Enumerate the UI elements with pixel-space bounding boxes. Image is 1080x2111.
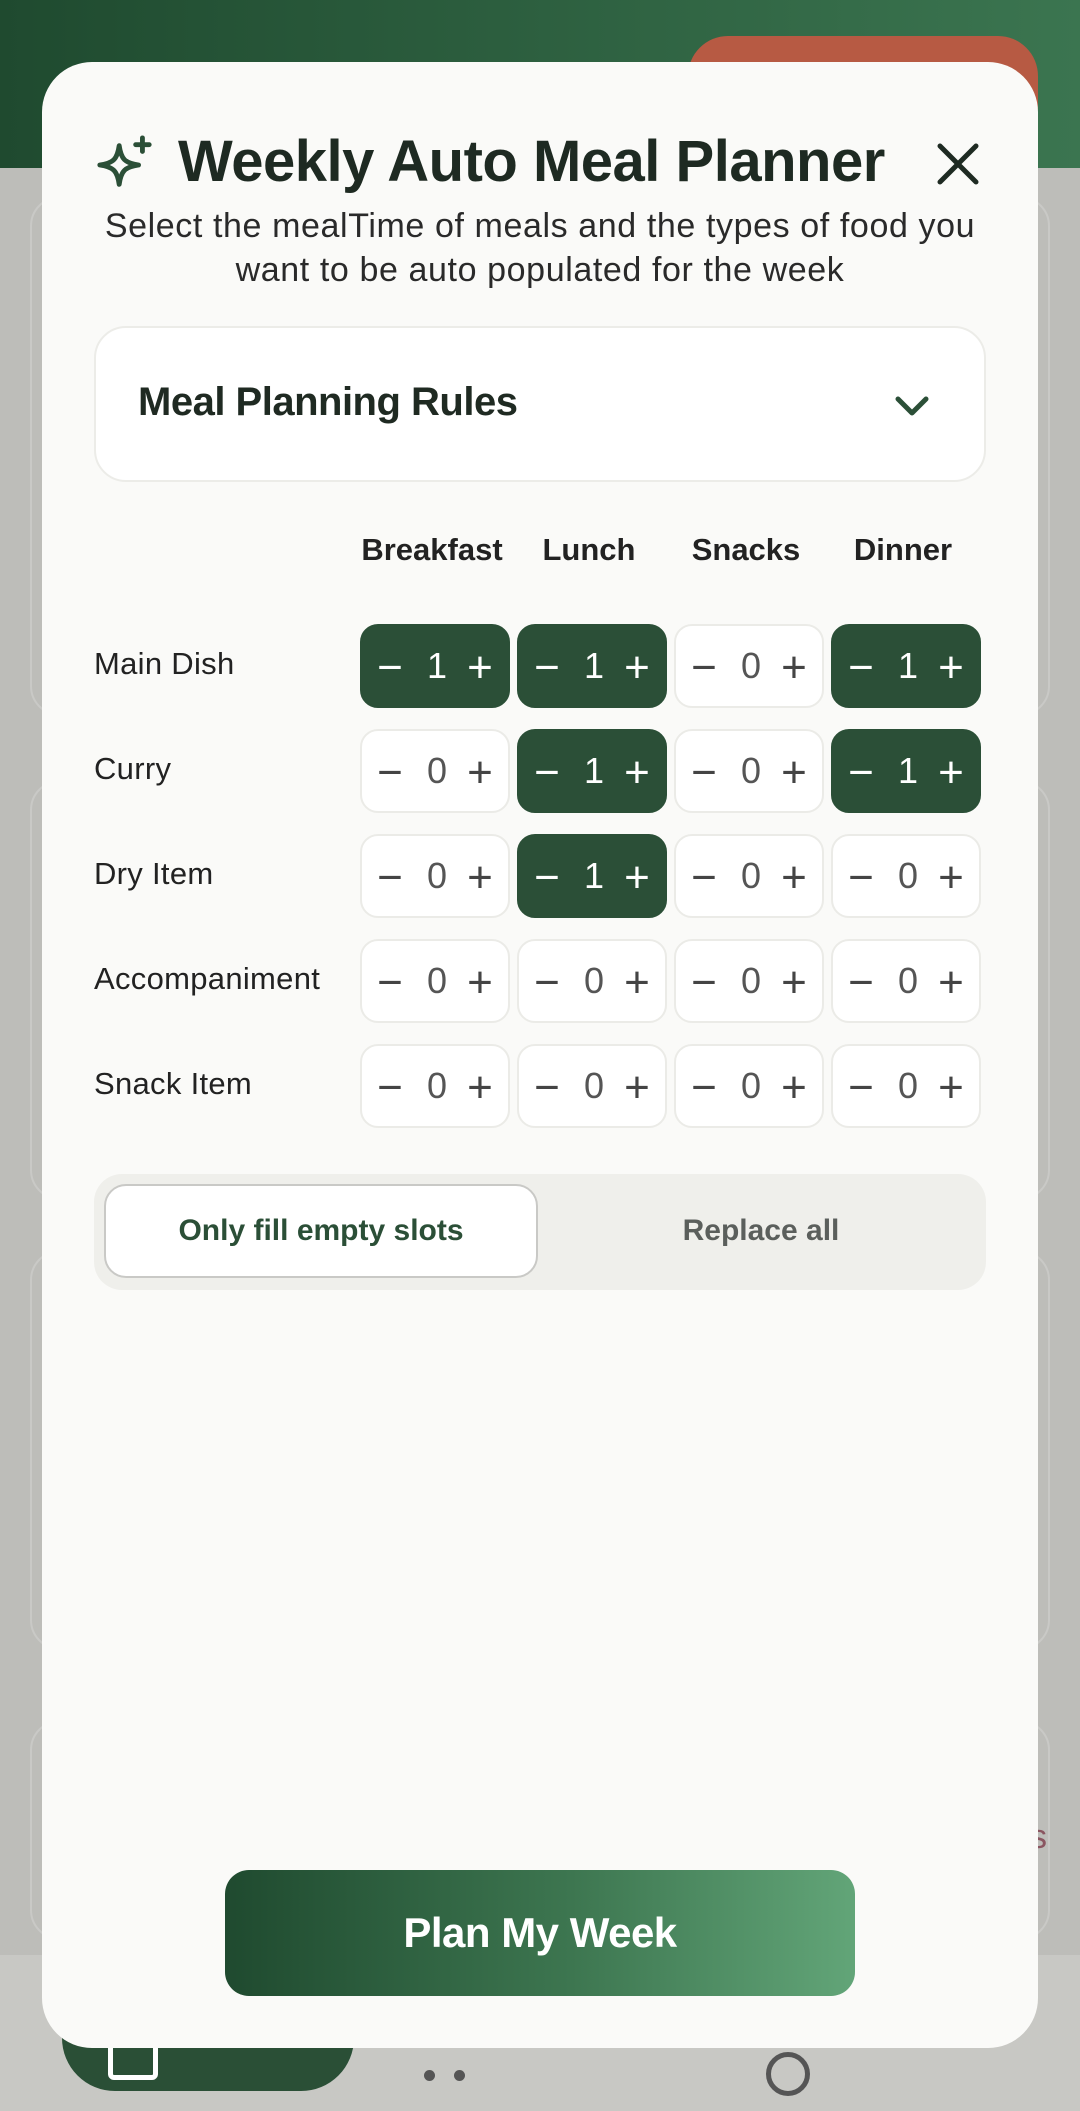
meal-planning-rules-dropdown[interactable]: Meal Planning Rules — [94, 326, 986, 482]
minus-icon[interactable]: − — [523, 626, 571, 710]
row-label-main-dish: Main Dish — [94, 646, 235, 681]
minus-icon[interactable]: − — [366, 626, 414, 710]
plus-icon[interactable]: + — [770, 731, 818, 815]
row-label-accompaniment: Accompaniment — [94, 961, 321, 996]
row-label-dry-item: Dry Item — [94, 856, 214, 891]
modal-subtitle: Select the mealTime of meals and the typ… — [104, 207, 976, 289]
minus-icon[interactable]: − — [366, 731, 414, 815]
quantity-stepper: −0 + — [831, 834, 981, 918]
minus-icon[interactable]: − — [680, 626, 728, 710]
quantity-stepper: −0 + — [831, 939, 981, 1023]
column-header-snacks: Snacks — [691, 532, 801, 567]
quantity-stepper: −1 + — [517, 834, 667, 918]
minus-icon[interactable]: − — [680, 836, 728, 920]
plus-icon[interactable]: + — [770, 836, 818, 920]
close-icon[interactable] — [930, 136, 986, 192]
quantity-stepper: −1 + — [517, 729, 667, 813]
quantity-stepper: −0 + — [517, 939, 667, 1023]
plus-icon[interactable]: + — [456, 941, 504, 1025]
only-fill-empty-slots-option[interactable]: Only fill empty slots — [104, 1184, 538, 1278]
rules-label: Meal Planning Rules — [138, 380, 518, 424]
minus-icon[interactable]: − — [837, 1046, 885, 1130]
quantity-stepper: −0 + — [674, 624, 824, 708]
plus-icon[interactable]: + — [613, 626, 661, 710]
plus-icon[interactable]: + — [770, 626, 818, 710]
quantity-stepper: −1 + — [831, 624, 981, 708]
plus-icon[interactable]: + — [927, 731, 975, 815]
minus-icon[interactable]: − — [837, 836, 885, 920]
quantity-stepper: −0 + — [360, 1044, 510, 1128]
minus-icon[interactable]: − — [837, 731, 885, 815]
plus-icon[interactable]: + — [770, 941, 818, 1025]
fill-mode-toggle: Only fill empty slots Replace all — [94, 1174, 986, 1290]
circle-icon — [766, 2052, 810, 2096]
plus-icon[interactable]: + — [927, 1046, 975, 1130]
minus-icon[interactable]: − — [366, 1046, 414, 1130]
plus-icon[interactable]: + — [927, 626, 975, 710]
quantity-stepper: −0 + — [674, 729, 824, 813]
chevron-down-icon — [895, 396, 929, 416]
column-header-dinner: Dinner — [853, 532, 953, 567]
quantity-stepper: −0 + — [360, 939, 510, 1023]
quantity-stepper: −1 + — [517, 624, 667, 708]
row-label-curry: Curry — [94, 751, 172, 786]
quantity-stepper: −0 + — [360, 834, 510, 918]
plus-icon[interactable]: + — [456, 731, 504, 815]
minus-icon[interactable]: − — [523, 1046, 571, 1130]
modal-header: Weekly Auto Meal Planner — [94, 114, 986, 214]
plus-icon[interactable]: + — [613, 731, 661, 815]
sparkle-icon — [97, 135, 152, 187]
modal-title: Weekly Auto Meal Planner — [178, 129, 885, 194]
quantity-stepper: −0 + — [831, 1044, 981, 1128]
auto-meal-planner-modal: Weekly Auto Meal Planner Select the meal… — [42, 62, 1038, 2048]
row-label-snack-item: Snack Item — [94, 1066, 253, 1101]
plus-icon[interactable]: + — [613, 941, 661, 1025]
plus-icon[interactable]: + — [927, 836, 975, 920]
plus-icon[interactable]: + — [613, 1046, 661, 1130]
quantity-stepper: −0 + — [674, 1044, 824, 1128]
minus-icon[interactable]: − — [366, 836, 414, 920]
plus-icon[interactable]: + — [927, 941, 975, 1025]
replace-all-option[interactable]: Replace all — [544, 1184, 978, 1278]
column-header-breakfast: Breakfast — [361, 532, 503, 567]
quantity-stepper: −0 + — [674, 939, 824, 1023]
minus-icon[interactable]: − — [523, 731, 571, 815]
quantity-stepper: −0 + — [674, 834, 824, 918]
plus-icon[interactable]: + — [613, 836, 661, 920]
quantity-stepper: −0 + — [360, 729, 510, 813]
plus-icon[interactable]: + — [456, 836, 504, 920]
minus-icon[interactable]: − — [837, 626, 885, 710]
plus-icon[interactable]: + — [456, 1046, 504, 1130]
minus-icon[interactable]: − — [523, 836, 571, 920]
plus-icon[interactable]: + — [456, 626, 504, 710]
quantity-stepper: −1 + — [360, 624, 510, 708]
minus-icon[interactable]: − — [523, 941, 571, 1025]
minus-icon[interactable]: − — [366, 941, 414, 1025]
plan-my-week-button[interactable]: Plan My Week — [225, 1870, 855, 1996]
quantity-stepper: −1 + — [831, 729, 981, 813]
minus-icon[interactable]: − — [680, 731, 728, 815]
minus-icon[interactable]: − — [680, 1046, 728, 1130]
column-header-lunch: Lunch — [542, 532, 636, 567]
minus-icon[interactable]: − — [680, 941, 728, 1025]
plus-icon[interactable]: + — [770, 1046, 818, 1130]
minus-icon[interactable]: − — [837, 941, 885, 1025]
quantity-stepper: −0 + — [517, 1044, 667, 1128]
dots-icon — [424, 2070, 484, 2082]
